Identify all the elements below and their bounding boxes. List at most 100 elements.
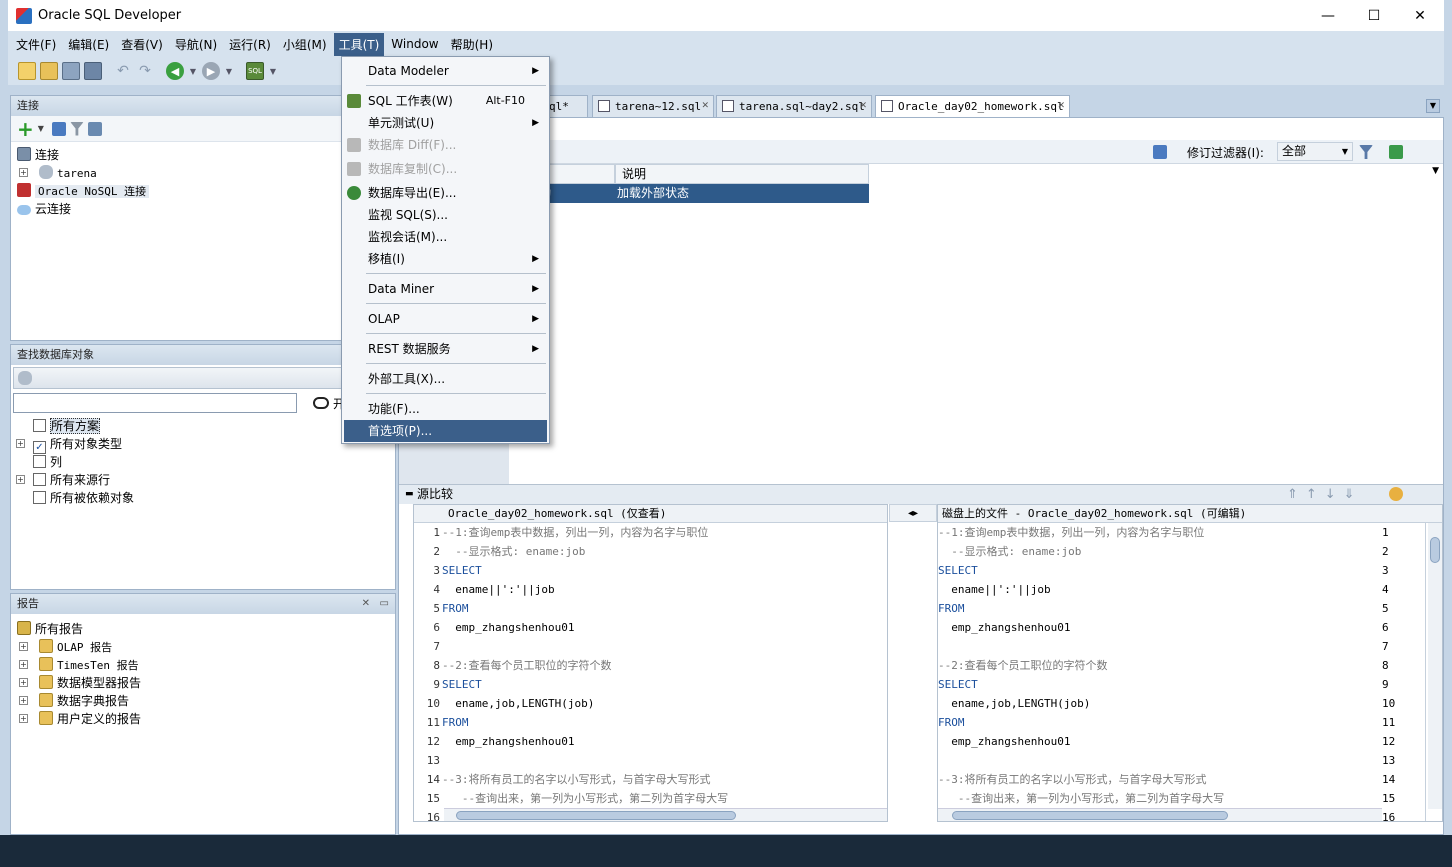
menu-item-monitor-sql[interactable]: 监视 SQL(S)... [344,204,547,226]
horizontal-scrollbar[interactable] [938,808,1382,821]
menu-item-external-tools[interactable]: 外部工具(X)... [344,368,547,390]
menu-item-rest-data-services[interactable]: REST 数据服务 ▶ [344,338,547,360]
tree-item-data-modeler-reports[interactable]: + 数据模型器报告 [11,674,395,692]
menu-help[interactable]: 帮助(H) [446,33,498,56]
panel-close-icon[interactable]: ✕ ▭ [362,594,389,614]
expand-icon[interactable]: + [19,660,28,669]
filter-icon[interactable] [1359,145,1373,159]
option-all-object-types[interactable]: + ✓ 所有对象类型 [11,435,395,454]
redo-icon[interactable]: ↷ [136,62,154,80]
grid-cell-description[interactable]: 加载外部状态 [615,184,869,203]
expand-icon[interactable]: + [19,714,28,723]
back-dropdown-icon[interactable]: ▼ [188,62,198,80]
sql-worksheet-icon[interactable]: SQL [246,62,264,80]
compare-left-pane[interactable]: Oracle_day02_homework.sql (仅查看) 1 --1:查询e… [413,504,888,822]
menu-window[interactable]: Window [386,34,443,54]
menu-item-migration[interactable]: 移植(I) ▶ [344,248,547,270]
option-all-schemas[interactable]: 所有方案 [11,417,395,435]
tab-close-icon[interactable]: ✕ [701,96,709,117]
menu-item-data-modeler[interactable]: Data Modeler ▶ [344,60,547,82]
option-all-dependents[interactable]: 所有被依赖对象 [11,489,395,507]
menu-team[interactable]: 小组(M) [278,33,332,56]
option-all-source-lines[interactable]: + 所有来源行 [11,471,395,489]
menu-view[interactable]: 查看(V) [116,33,168,56]
menu-item-features[interactable]: 功能(F)... [344,398,547,420]
menu-item-olap[interactable]: OLAP ▶ [344,308,547,330]
open-folder-icon[interactable] [40,62,58,80]
save-icon[interactable] [62,62,80,80]
save-all-icon[interactable] [84,62,102,80]
tree-item-user-defined-reports[interactable]: + 用户定义的报告 [11,710,395,728]
tab-list-dropdown-icon[interactable]: ▼ [1426,99,1440,113]
menu-navigate[interactable]: 导航(N) [170,33,222,56]
tree-item-data-dictionary-reports[interactable]: + 数据字典报告 [11,692,395,710]
menu-item-sql-worksheet[interactable]: SQL 工作表(W) Alt-F10 [344,90,547,112]
menu-item-unit-test[interactable]: 单元测试(U) ▶ [344,112,547,134]
tree-item-connections-root[interactable]: 连接 [11,146,395,164]
sql-dropdown-icon[interactable]: ▼ [268,62,278,80]
tab-tarena-12[interactable]: tarena~12.sql ✕ [592,95,714,117]
scrollbar-thumb[interactable] [952,811,1228,820]
add-connection-icon[interactable]: + [17,119,34,139]
tree-item-olap-reports[interactable]: + OLAP 报告 [11,638,395,656]
tree-item-all-reports[interactable]: 所有报告 [11,620,395,638]
scrollbar-thumb[interactable] [456,811,736,820]
settings-icon[interactable] [1389,487,1403,501]
tab-tarena-day2[interactable]: tarena.sql~day2.sql ✕ [716,95,872,117]
menu-edit[interactable]: 编辑(E) [63,33,114,56]
menu-item-monitor-sessions[interactable]: 监视会话(M)... [344,226,547,248]
columns-checkbox[interactable] [33,455,46,468]
collapse-icon[interactable]: ▬ [405,485,414,504]
revision-filter-select[interactable]: 全部 ▼ [1277,142,1353,161]
refresh-icon[interactable] [1153,145,1167,159]
close-button[interactable]: ✕ [1397,0,1443,31]
minimize-button[interactable]: — [1305,0,1351,31]
horizontal-scrollbar[interactable] [444,808,887,821]
add-dropdown-icon[interactable]: ▼ [38,124,44,133]
tree-item-tarena[interactable]: + tarena [11,164,395,182]
filter-icon[interactable] [69,121,84,136]
tree-item-nosql[interactable]: Oracle NoSQL 连接 [11,182,395,200]
vertical-scrollbar[interactable] [1428,523,1442,809]
all-schemas-checkbox[interactable] [33,419,46,432]
option-columns[interactable]: 列 [11,453,395,471]
scrollbar-thumb[interactable] [1430,537,1440,563]
schema-browser-icon[interactable] [87,121,102,136]
refresh-icon[interactable] [51,121,66,136]
new-icon[interactable] [18,62,36,80]
grid-column-header-description[interactable]: 说明 [615,164,869,184]
menu-tools[interactable]: 工具(T) [333,32,385,56]
sort-icon[interactable] [1389,145,1403,159]
tab-close-icon[interactable]: ✕ [1057,96,1065,117]
search-input[interactable] [13,393,297,413]
tab-oracle-day02-homework[interactable]: Oracle_day02_homework.sql ✕ [875,95,1070,117]
dependents-checkbox[interactable] [33,491,46,504]
menu-item-data-miner[interactable]: Data Miner ▶ [344,278,547,300]
menu-run[interactable]: 运行(R) [224,33,276,56]
undo-icon[interactable]: ↶ [114,62,132,80]
forward-dropdown-icon[interactable]: ▼ [224,62,234,80]
expand-icon[interactable]: + [19,678,28,687]
menu-file[interactable]: 文件(F) [11,33,61,56]
tab-close-icon[interactable]: ✕ [859,96,867,117]
merge-arrows-icon[interactable]: ◂▸ [889,504,937,522]
expand-icon[interactable]: + [19,642,28,651]
diff-navigation-icons[interactable]: ⇑↑↓⇓ [1287,485,1363,504]
forward-icon[interactable]: ▶ [202,62,220,80]
tab-sql-unsaved[interactable]: ql* [548,95,588,117]
expand-icon[interactable]: + [19,696,28,705]
source-lines-checkbox[interactable] [33,473,46,486]
grid-dropdown-icon[interactable]: ▼ [1432,166,1439,176]
menu-item-preferences[interactable]: 首选项(P)... [344,420,547,442]
expand-icon[interactable]: + [16,439,25,448]
code-line: --查询出来，第一列为小写形式，第二列为首字母大写 15 [938,789,1442,808]
expand-icon[interactable]: + [19,168,28,177]
tree-item-timesten-reports[interactable]: + TimesTen 报告 [11,656,395,674]
connection-selector[interactable] [13,367,393,389]
back-icon[interactable]: ◀ [166,62,184,80]
menu-item-database-export[interactable]: 数据库导出(E)... [344,182,547,204]
maximize-button[interactable]: ☐ [1351,0,1397,31]
expand-icon[interactable]: + [16,475,25,484]
compare-right-pane[interactable]: 磁盘上的文件 - Oracle_day02_homework.sql (可编辑)… [937,504,1443,822]
tree-item-cloud[interactable]: 云连接 [11,200,395,218]
